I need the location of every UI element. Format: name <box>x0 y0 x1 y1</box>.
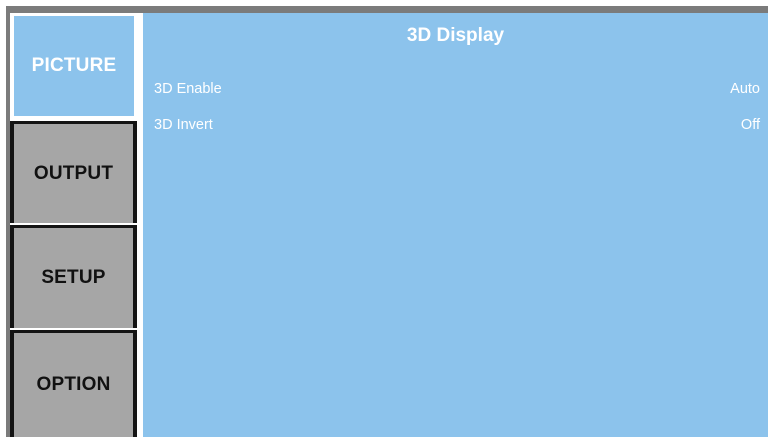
setting-value: Auto <box>730 81 760 97</box>
tab-picture-label: PICTURE <box>31 55 117 76</box>
tab-output[interactable]: OUTPUT <box>10 121 137 223</box>
panel-title: 3D Display <box>406 25 505 46</box>
setting-label: 3D Enable <box>154 81 222 97</box>
tab-option[interactable]: OPTION <box>10 330 137 437</box>
tab-setup[interactable]: SETUP <box>10 225 137 328</box>
tab-option-label: OPTION <box>36 374 111 395</box>
tab-picture[interactable]: PICTURE <box>10 13 137 119</box>
settings-panel: 3D Display 3D Enable Auto 3D Invert Off <box>143 13 768 437</box>
tab-output-label: OUTPUT <box>33 162 114 184</box>
setting-value: Off <box>740 117 760 133</box>
setting-row-3d-invert[interactable]: 3D Invert Off <box>154 114 760 136</box>
setting-row-3d-enable[interactable]: 3D Enable Auto <box>154 78 760 100</box>
frame-top-border <box>6 6 768 13</box>
tab-setup-label: SETUP <box>41 267 106 288</box>
menu-screen: PICTURE OUTPUT SETUP OPTION 3D Display 3… <box>0 0 768 437</box>
setting-label: 3D Invert <box>154 117 213 133</box>
